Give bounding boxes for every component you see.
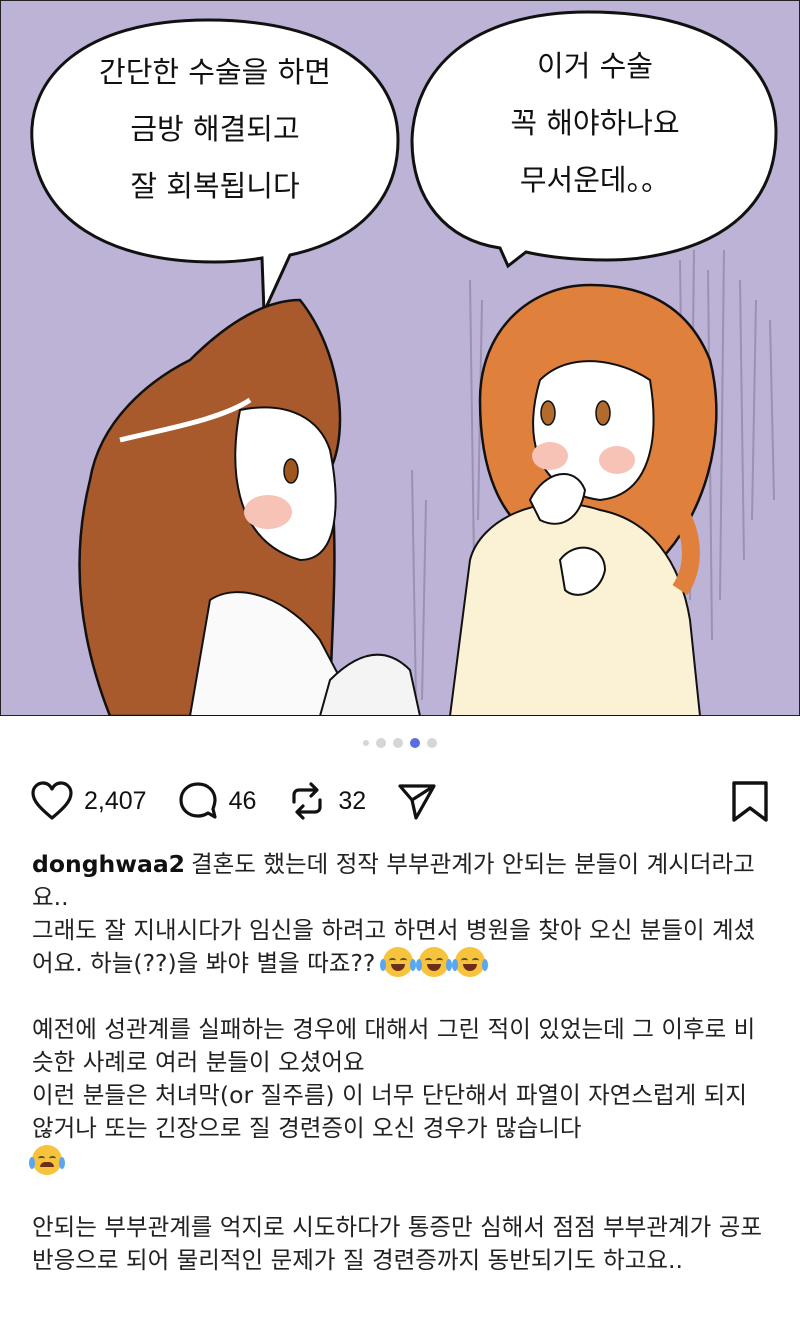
caption-paragraph-1: donghwaa2 결혼도 했는데 정작 부부관계가 안되는 분들이 계시더라고요… [32, 848, 772, 980]
caption-text-3: 안되는 부부관계를 억지로 시도하다가 통증만 심해서 점점 부부관계가 공포반… [32, 1213, 762, 1274]
carousel-indicator [0, 738, 800, 748]
repost-icon [292, 782, 322, 820]
bookmark-icon [732, 781, 768, 822]
post-actions-bar: 2,407 46 32 [30, 776, 770, 826]
post-image-comic[interactable]: 간단한 수술을 하면 금방 해결되고 잘 회복됩니다 이거 수술 꼭 해야하나요… [0, 0, 800, 716]
carousel-dot [363, 740, 369, 746]
speech-bubble-right: 이거 수술 꼭 해야하나요 무서운데。。 [510, 49, 680, 197]
like-button[interactable]: 2,407 [30, 780, 147, 822]
carousel-dot [376, 738, 386, 748]
caption-paragraph-3: 안되는 부부관계를 억지로 시도하다가 통증만 심해서 점점 부부관계가 공포반… [32, 1211, 772, 1277]
laughing-emoji-icon [451, 947, 488, 977]
username-link[interactable]: donghwaa2 [32, 850, 185, 878]
repost-count: 32 [338, 786, 367, 815]
carousel-dot [427, 738, 437, 748]
heart-icon [31, 781, 73, 820]
laughing-emoji-icon [379, 947, 416, 977]
post-caption: donghwaa2 결혼도 했는데 정작 부부관계가 안되는 분들이 계시더라고요… [29, 848, 772, 1310]
comment-button[interactable]: 46 [177, 780, 257, 822]
speech-bubble-left: 간단한 수술을 하면 금방 해결되고 잘 회복됩니다 [99, 55, 331, 203]
send-paper-plane-icon [398, 784, 436, 820]
comment-bubble-icon [178, 782, 217, 819]
save-button[interactable] [730, 780, 770, 828]
laughing-emoji-icon [415, 947, 452, 977]
repost-button[interactable]: 32 [286, 780, 366, 822]
share-button[interactable] [396, 780, 438, 822]
like-count: 2,407 [84, 786, 147, 815]
caption-text-2: 예전에 성관계를 실패하는 경우에 대해서 그린 적이 있었는데 그 이후로 비… [32, 1015, 756, 1142]
carousel-dot [393, 738, 403, 748]
crying-emoji-icon [29, 1145, 65, 1175]
caption-paragraph-2: 예전에 성관계를 실패하는 경우에 대해서 그린 적이 있었는데 그 이후로 비… [29, 1013, 772, 1178]
carousel-dot-active [410, 738, 420, 748]
comment-count: 46 [228, 786, 257, 815]
